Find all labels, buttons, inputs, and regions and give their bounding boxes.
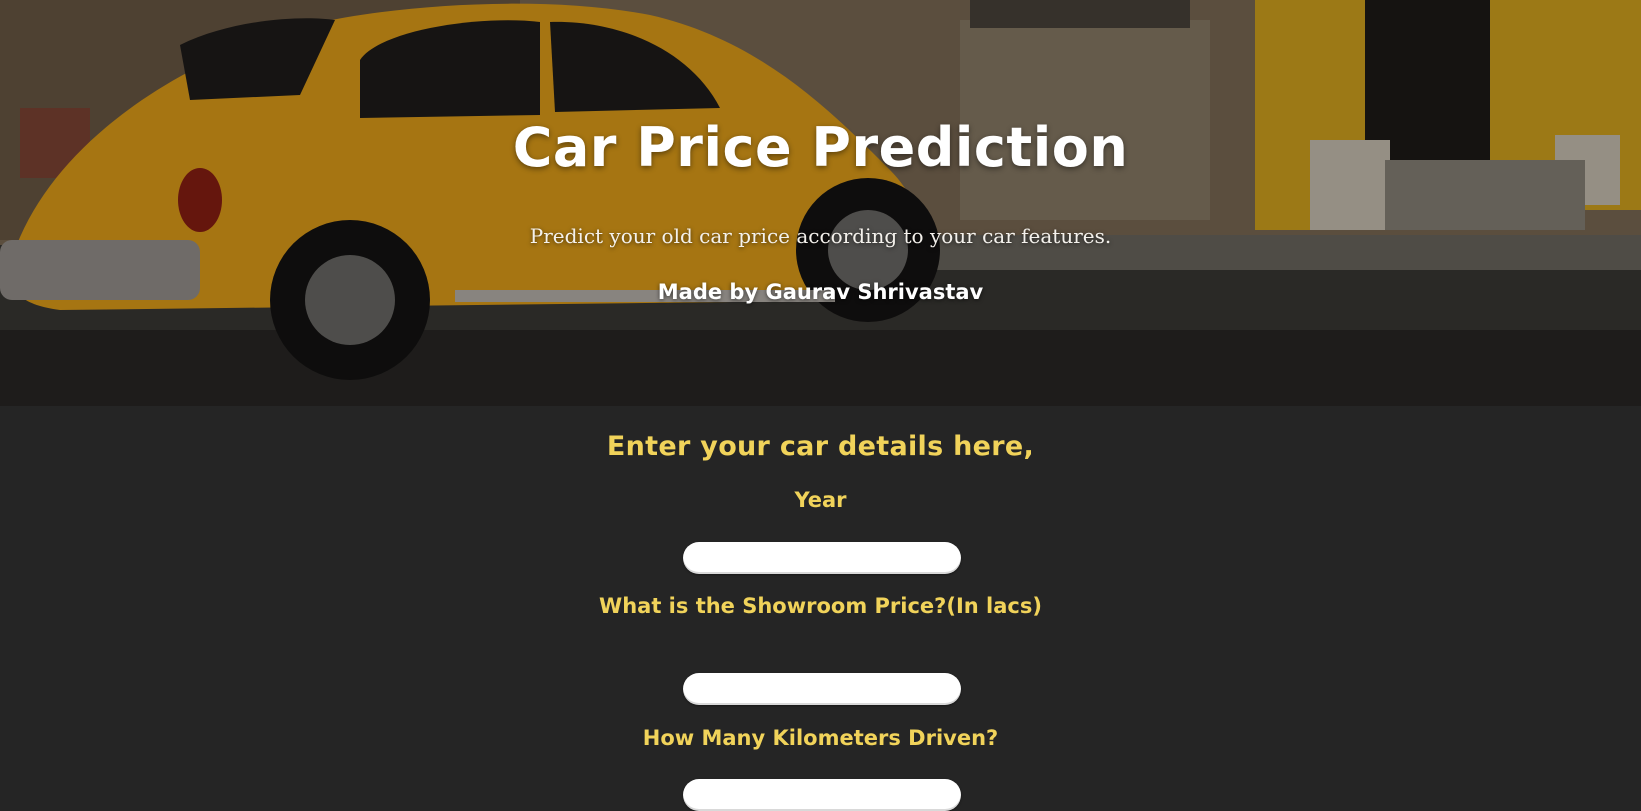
page-title: Car Price Prediction [512,116,1129,179]
hero-tagline: Predict your old car price according to … [529,224,1112,248]
showroom-price-input[interactable] [683,673,961,705]
form-heading: Enter your car details here, [606,431,1035,462]
kilometers-driven-input[interactable] [683,779,961,811]
author-credit: Made by Gaurav Shrivastav [657,280,984,304]
year-label: Year [794,488,847,512]
showroom-price-label: What is the Showroom Price?(In lacs) [599,594,1042,618]
car-details-form: Enter your car details here, Year What i… [0,406,1641,811]
hero-banner: Car Price Prediction Predict your old ca… [0,0,1641,406]
kilometers-driven-label: How Many Kilometers Driven? [642,726,999,750]
hero-overlay [0,0,1641,406]
year-input[interactable] [683,542,961,574]
